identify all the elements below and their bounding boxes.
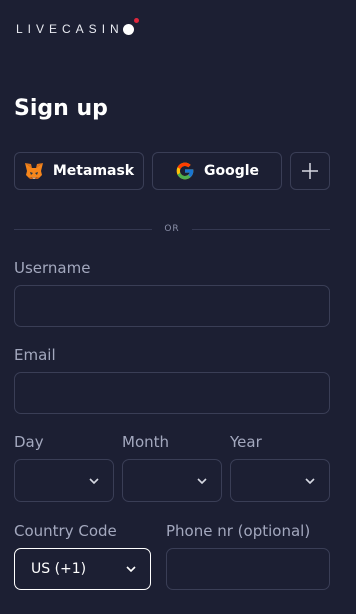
brand-logo[interactable]: LIVECASIN bbox=[16, 17, 139, 36]
year-select[interactable] bbox=[230, 459, 330, 502]
logo-text: LIVECASIN bbox=[16, 22, 124, 36]
metamask-button[interactable]: Metamask bbox=[14, 152, 144, 190]
year-label: Year bbox=[230, 433, 262, 451]
country-code-label: Country Code bbox=[14, 522, 117, 540]
google-g-icon bbox=[175, 161, 195, 181]
google-label: Google bbox=[203, 163, 260, 179]
email-label: Email bbox=[14, 346, 56, 364]
chevron-down-icon bbox=[89, 476, 99, 486]
country-code-select[interactable]: US (+1) bbox=[14, 548, 151, 590]
country-code-value: US (+1) bbox=[31, 561, 87, 577]
phone-input[interactable] bbox=[167, 549, 329, 589]
day-label: Day bbox=[14, 433, 44, 451]
or-divider: OR bbox=[14, 224, 330, 234]
more-options-button[interactable] bbox=[290, 152, 330, 190]
metamask-fox-icon bbox=[24, 162, 44, 180]
chevron-down-icon bbox=[305, 476, 315, 486]
logo-dot-icon bbox=[122, 17, 139, 35]
metamask-label: Metamask bbox=[52, 163, 135, 179]
month-select[interactable] bbox=[122, 459, 222, 502]
username-field-wrapper bbox=[14, 285, 330, 327]
email-field-wrapper bbox=[14, 372, 330, 414]
divider-line-right bbox=[191, 228, 330, 230]
divider-text: OR bbox=[164, 224, 180, 234]
day-select[interactable] bbox=[14, 459, 114, 502]
month-label: Month bbox=[122, 433, 170, 451]
phone-label: Phone nr (optional) bbox=[166, 522, 311, 540]
chevron-down-icon bbox=[126, 564, 136, 574]
divider-line-left bbox=[14, 228, 153, 230]
google-button[interactable]: Google bbox=[152, 152, 282, 190]
page-title: Sign up bbox=[14, 96, 108, 121]
chevron-down-icon bbox=[197, 476, 207, 486]
username-input[interactable] bbox=[15, 286, 329, 326]
phone-field-wrapper bbox=[166, 548, 330, 590]
username-label: Username bbox=[14, 259, 91, 277]
plus-icon bbox=[301, 162, 319, 180]
email-input[interactable] bbox=[15, 373, 329, 413]
